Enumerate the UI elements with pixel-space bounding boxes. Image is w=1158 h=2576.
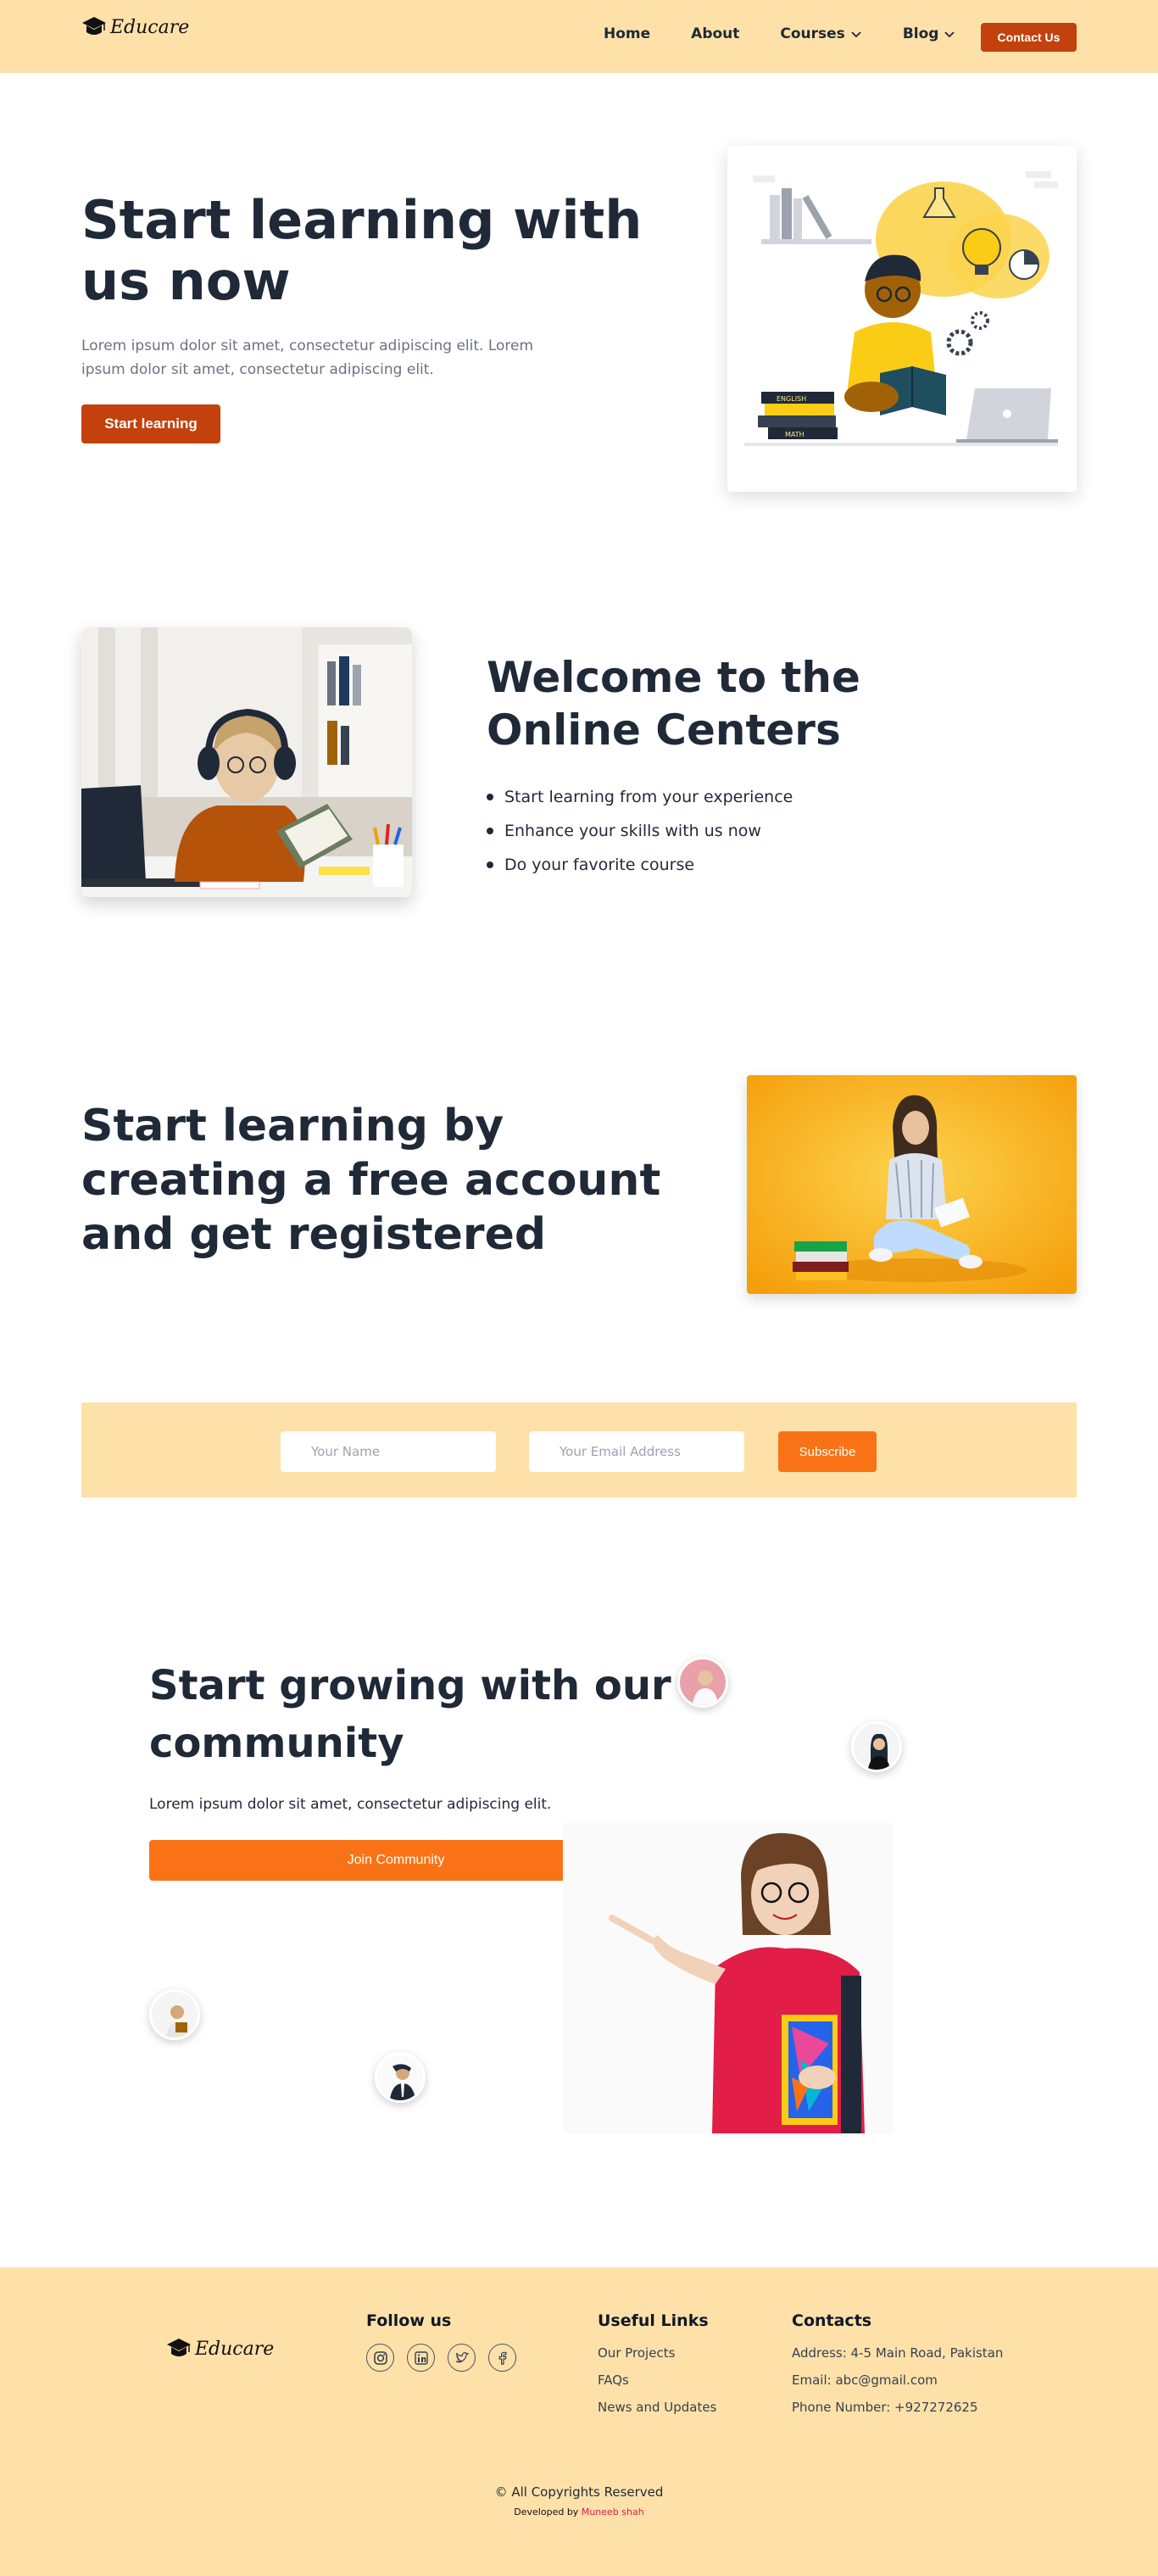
hero-subtitle: Lorem ipsum dolor sit amet, consectetur … — [81, 337, 534, 378]
copyright-text: © All Copyrights Reserved — [494, 2484, 664, 2500]
community-title: Start growing with our community — [149, 1662, 671, 1767]
welcome-title: Welcome to the Online Centers — [487, 653, 860, 755]
twitter-icon[interactable] — [448, 2344, 476, 2372]
list-item: Enhance your skills with us now — [487, 814, 793, 848]
nav-courses[interactable]: Courses — [780, 25, 861, 42]
book-label-math: MATH — [785, 431, 804, 438]
subscribe-button[interactable]: Subscribe — [778, 1431, 877, 1472]
brand-logo[interactable]: Educare — [81, 15, 189, 39]
facebook-icon[interactable] — [488, 2344, 516, 2372]
instagram-icon[interactable] — [366, 2344, 394, 2372]
nav-links: Home About Courses Blog — [604, 25, 996, 42]
brand-name: Educare — [110, 16, 190, 38]
hero-illustration: ENGLISH MATH — [727, 146, 1077, 492]
link-faqs[interactable]: FAQs — [598, 2372, 629, 2388]
avatar — [851, 1721, 902, 1772]
hero-title: Start learning with us now — [81, 189, 643, 312]
linkedin-icon[interactable] — [407, 2344, 435, 2372]
list-item: Start learning from your experience — [487, 780, 793, 814]
follow-heading: Follow us — [366, 2311, 452, 2330]
contact-email: Email: abc@gmail.com — [792, 2372, 938, 2388]
top-navbar: Educare Home About Courses Blog Contact … — [0, 0, 1158, 73]
link-news-updates[interactable]: News and Updates — [598, 2400, 716, 2415]
contact-phone: Phone Number: +927272625 — [792, 2400, 978, 2415]
bullet-icon — [487, 828, 493, 834]
graduation-cap-icon — [167, 2339, 191, 2356]
student-reading-illustration: ENGLISH MATH — [727, 146, 1077, 492]
student-sitting-photo — [747, 1075, 1077, 1294]
avatar — [677, 1657, 728, 1708]
nav-blog[interactable]: Blog — [903, 25, 956, 42]
nav-about[interactable]: About — [691, 25, 739, 42]
social-links — [366, 2344, 516, 2372]
graduation-cap-icon — [82, 17, 106, 35]
chevron-down-icon — [944, 31, 955, 38]
welcome-point-text: Do your favorite course — [504, 856, 695, 874]
footer-logo[interactable]: Educare — [166, 2337, 274, 2361]
welcome-points: Start learning from your experience Enha… — [487, 780, 793, 882]
bullet-icon — [487, 861, 493, 868]
contact-address: Address: 4-5 Main Road, Pakistan — [792, 2345, 1004, 2361]
developer-prefix: Developed by — [514, 2506, 582, 2517]
developer-credit: Developed by Muneeb shah — [0, 2506, 1158, 2517]
nav-about-label: About — [691, 25, 740, 42]
footer: Educare Follow us Useful Links Our Proje… — [0, 2267, 1158, 2576]
subscribe-band: Subscribe — [81, 1402, 1077, 1497]
avatar — [149, 1989, 200, 2040]
contact-us-button[interactable]: Contact Us — [981, 23, 1077, 52]
book-label-english: ENGLISH — [777, 395, 806, 403]
bullet-icon — [487, 794, 493, 800]
nav-blog-label: Blog — [902, 25, 939, 42]
register-title: Start learning by creating a free accoun… — [81, 1101, 661, 1260]
email-input[interactable] — [529, 1431, 744, 1472]
developer-name[interactable]: Muneeb shah — [582, 2506, 644, 2517]
chevron-down-icon — [851, 31, 861, 38]
nav-courses-label: Courses — [780, 25, 845, 42]
useful-links-heading: Useful Links — [598, 2311, 709, 2330]
avatar — [375, 2052, 426, 2103]
brand-name: Educare — [195, 2338, 275, 2360]
community-subtitle: Lorem ipsum dolor sit amet, consectetur … — [149, 1796, 552, 1813]
student-pointing-photo — [563, 1823, 894, 2133]
nav-home-label: Home — [604, 25, 651, 42]
welcome-point-text: Enhance your skills with us now — [504, 822, 761, 840]
link-our-projects[interactable]: Our Projects — [598, 2345, 675, 2361]
contacts-heading: Contacts — [792, 2311, 872, 2330]
welcome-point-text: Start learning from your experience — [504, 788, 793, 806]
start-learning-button[interactable]: Start learning — [81, 404, 220, 443]
list-item: Do your favorite course — [487, 848, 793, 882]
name-input[interactable] — [281, 1431, 496, 1472]
nav-home[interactable]: Home — [604, 25, 650, 42]
student-headphones-photo — [81, 627, 412, 897]
